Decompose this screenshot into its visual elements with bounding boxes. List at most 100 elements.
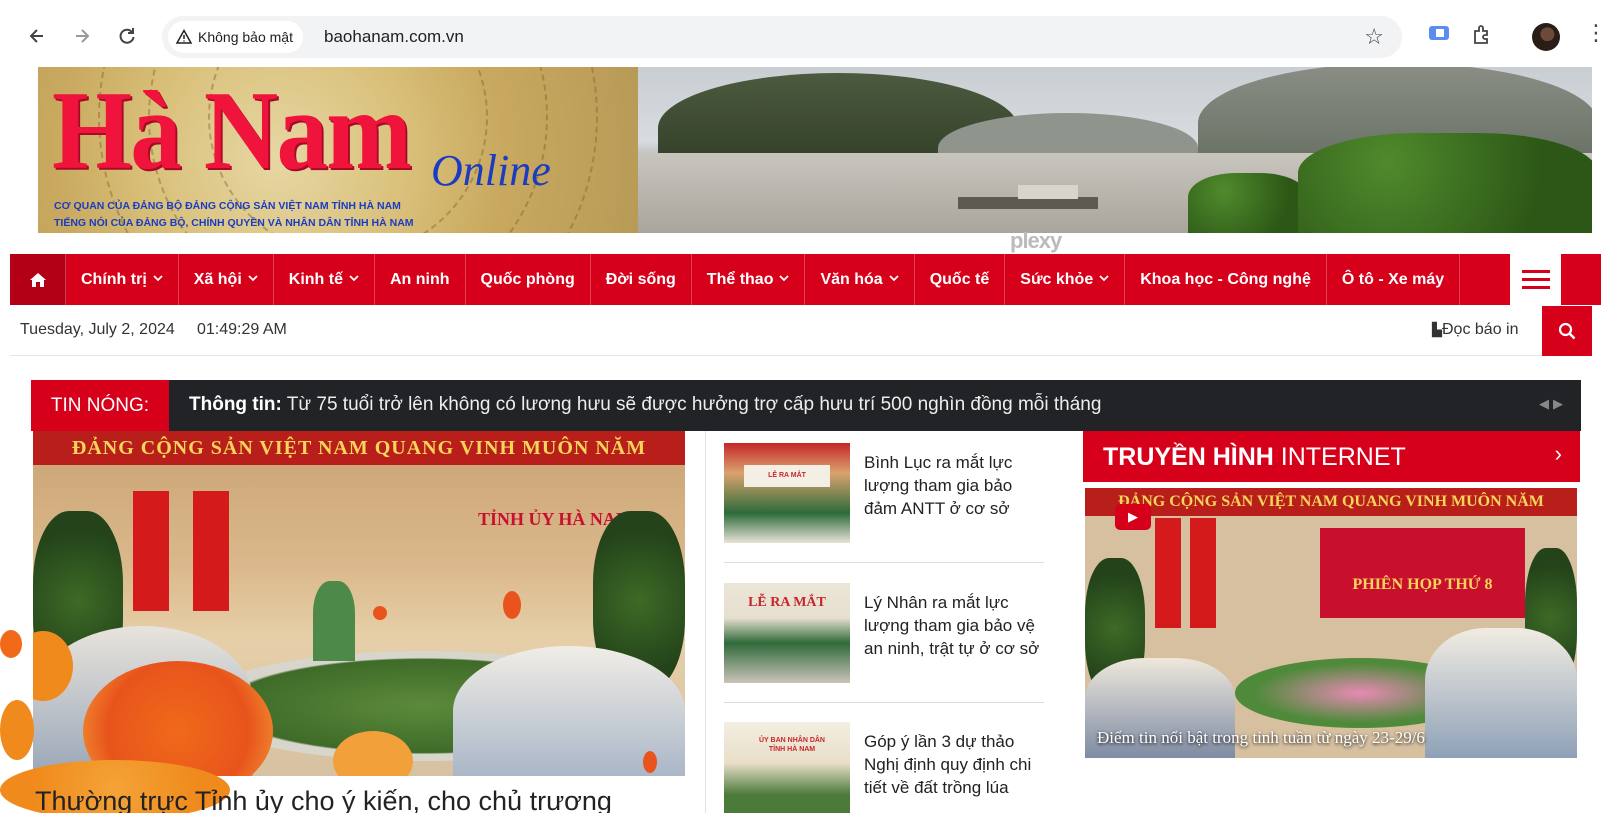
site-logo-suffix: Online [431,146,551,195]
news-item[interactable]: ỦY BAN NHÂN DÂN TỈNH HÀ NAM Góp ý lần 3 … [724,722,1044,813]
tv-section-title: TRUYỀN HÌNH INTERNET [1103,443,1406,472]
nav-item-list: Chính trị Xã hội Kinh tế An ninh Quốc phòng Đ… [66,254,1461,305]
thumbnail-text: LỄ RA MẮT [748,595,826,610]
attendees [1425,628,1577,758]
flag [193,491,229,611]
news-title[interactable]: Bình Lục ra mắt lực lượng tham gia bảo đ… [864,451,1044,520]
current-time: 01:49:29 AM [197,321,287,338]
logo-subtitle: CƠ QUAN CỦA ĐẢNG BỘ ĐẢNG CỘNG SẢN VIỆT N… [54,200,401,212]
site-banner[interactable]: Hà Nam Online CƠ QUAN CỦA ĐẢNG BỘ ĐẢNG C… [38,67,1592,233]
ticker-headline[interactable]: Thông tin: Từ 75 tuổi trở lên không có l… [189,394,1101,416]
main-navigation: Chính trị Xã hội Kinh tế An ninh Quốc phòng Đ… [10,254,1601,305]
news-thumbnail[interactable]: LỄ RA MẮT [724,583,850,683]
paint-splash [0,700,34,760]
nav-item[interactable]: Khoa học - Công nghệ [1125,254,1327,305]
print-edition-label: Đọc báo in [1442,321,1519,338]
prev-arrow-icon[interactable]: ◀ [1539,396,1553,411]
next-arrow-icon[interactable]: ▶ [1553,396,1567,411]
video-caption[interactable]: Điểm tin nổi bật trong tỉnh tuần từ ngày… [1097,728,1425,748]
watermark-text: plexy [1010,228,1062,253]
nav-item[interactable]: Sức khỏe [1005,254,1126,305]
flag [1155,518,1181,628]
news-title[interactable]: Lý Nhân ra mắt lực lượng tham gia bảo vệ… [864,591,1044,660]
print-edition-link[interactable]: ▙Đọc báo in [1432,321,1519,339]
nav-item[interactable]: Đời sống [591,254,692,305]
ticker-label: TIN NÓNG: [31,380,169,431]
hamburger-menu-icon[interactable] [1510,254,1561,305]
nav-item[interactable]: Ô tô - Xe máy [1327,254,1461,305]
nav-item[interactable]: Quốc phòng [466,254,591,305]
search-button[interactable] [1542,306,1592,356]
security-chip[interactable]: Không bảo mật [168,21,303,53]
nav-item[interactable]: Văn hóa [805,254,915,305]
site-logo[interactable]: Hà Nam [52,75,412,187]
paint-splash [373,606,387,620]
ticker-text: Từ 75 tuổi trở lên không có lương hưu sẽ… [281,394,1102,415]
flag [133,491,169,611]
chevron-right-icon[interactable]: › [1555,441,1562,467]
lead-story-image[interactable]: ĐẢNG CỘNG SẢN VIỆT NAM QUANG VINH MUÔN N… [33,431,685,776]
tv-section-header[interactable]: TRUYỀN HÌNH INTERNET › [1083,431,1580,482]
play-icon[interactable]: ▶ [1115,504,1151,530]
nav-item-label: Ô tô - Xe máy [1341,270,1445,288]
paint-splash [643,751,657,773]
lead-image-banner: ĐẢNG CỘNG SẢN VIỆT NAM QUANG VINH MUÔN N… [33,431,685,465]
nav-item[interactable]: Chính trị [66,254,179,305]
profile-avatar[interactable] [1532,23,1560,51]
meeting-backdrop-board: PHIÊN HỌP THỨ 8 [1320,528,1525,618]
speaker [313,581,355,661]
security-label: Không bảo mật [198,29,293,45]
print-edition-icon: ▙ [1432,322,1442,337]
home-icon [29,272,46,287]
current-date: Tuesday, July 2, 2024 [20,321,175,338]
ticker-arrows[interactable]: ◀▶ [1539,396,1567,412]
nav-item-label: Chính trị [81,270,147,288]
tv-title-bold: TRUYỀN HÌNH [1103,443,1274,471]
address-bar[interactable]: Không bảo mật baohanam.com.vn ☆ [162,16,1402,58]
news-thumbnail[interactable]: ỦY BAN NHÂN DÂN TỈNH HÀ NAM [724,722,850,813]
column-divider [705,431,706,813]
separator [724,702,1044,703]
nav-home[interactable] [10,254,66,305]
nav-item-label: Đời sống [605,270,676,288]
forward-icon[interactable] [66,20,98,52]
tv-title-rest: INTERNET [1273,443,1406,471]
translate-icon[interactable] [1428,24,1450,47]
chevron-down-icon [889,274,899,285]
news-thumbnail[interactable]: LỄ RA MẮT [724,443,850,543]
tree-cluster [1298,133,1592,233]
tv-video-player[interactable]: ĐẢNG CỘNG SẢN VIỆT NAM QUANG VINH MUÔN N… [1085,488,1577,758]
logo-subtitle: TIẾNG NÓI CỦA ĐẢNG BỘ, CHÍNH QUYỀN VÀ NH… [54,217,414,229]
chevron-down-icon [779,274,790,285]
nav-item[interactable]: Thể thao [692,254,806,305]
chevron-down-icon [153,274,163,285]
reload-icon[interactable] [111,20,143,52]
nav-item[interactable]: An ninh [375,254,466,305]
chevron-down-icon [349,274,359,285]
extensions-icon[interactable] [1471,24,1493,51]
nav-item[interactable]: Xã hội [179,254,274,305]
search-icon [1558,322,1576,340]
warning-icon [176,29,192,44]
news-title[interactable]: Góp ý lần 3 dự thảo Nghị định quy định c… [864,730,1044,799]
news-item[interactable]: LỄ RA MẮT Lý Nhân ra mắt lực lượng tham … [724,583,1044,693]
nav-item-label: Thể thao [706,270,774,288]
video-banner-text: ĐẢNG CỘNG SẢN VIỆT NAM QUANG VINH MUÔN N… [1085,488,1577,516]
bookmark-star-icon[interactable]: ☆ [1364,24,1384,50]
nav-item-label: Sức khỏe [1020,270,1094,288]
nav-item[interactable]: Quốc tế [915,254,1006,305]
nav-item[interactable]: Kinh tế [274,254,375,305]
flag [1190,518,1216,628]
nav-item-label: An ninh [390,270,450,288]
ticker-prefix: Thông tin: [189,394,282,415]
tree-cluster [1188,173,1308,233]
back-icon[interactable] [21,20,53,52]
url-text[interactable]: baohanam.com.vn [324,27,464,47]
chevron-down-icon [248,274,258,285]
nav-item-label: Xã hội [193,270,242,288]
browser-menu-icon[interactable]: ⋮ [1585,20,1601,46]
news-item[interactable]: LỄ RA MẮT Bình Lục ra mắt lực lượng tham… [724,443,1044,553]
thumbnail-text: ỦY BAN NHÂN DÂN TỈNH HÀ NAM [759,737,825,753]
lead-story-title[interactable]: Thường trực Tỉnh ủy cho ý kiến, cho chủ … [35,786,675,813]
nav-item-label: Quốc phòng [480,270,575,288]
